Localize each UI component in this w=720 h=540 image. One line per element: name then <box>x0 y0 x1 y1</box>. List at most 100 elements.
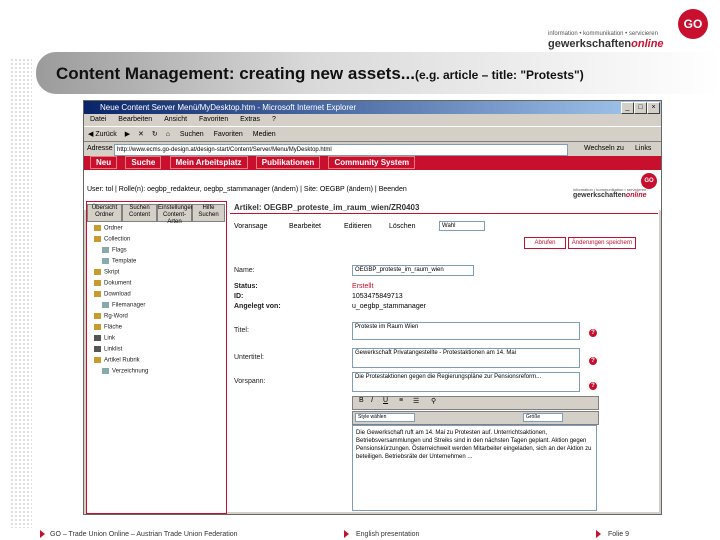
folder-icon <box>94 357 101 363</box>
folder-icon <box>94 313 101 319</box>
page-icon <box>102 247 109 253</box>
nav-new-button[interactable]: Neu <box>90 156 118 169</box>
folder-icon <box>94 269 101 275</box>
menu-datei[interactable]: Datei <box>90 116 106 123</box>
action-select[interactable]: Wahl <box>439 221 485 231</box>
page-icon <box>102 368 109 374</box>
tree-item-flaeche[interactable]: Fläche <box>94 324 122 331</box>
tree-item-artikel-rubrik[interactable]: Artikel Rubrik <box>94 357 140 364</box>
tree-item-link[interactable]: Link <box>94 335 115 342</box>
list-icon[interactable]: ☰ <box>413 397 419 405</box>
brand-tagline: information • kommunikation • serviciere… <box>548 31 658 37</box>
article-header: Artikel: OEGBP_proteste_im_raum_wien/ZR0… <box>234 203 420 212</box>
nav-workspace-button[interactable]: Mein Arbeitsplatz <box>169 156 248 169</box>
link-icon <box>94 346 101 352</box>
tree-item-ordner[interactable]: Ordner <box>94 225 123 232</box>
address-input[interactable]: http://www.ecms.go-design.at/design-star… <box>114 144 568 156</box>
cms-nav-bar: Neu Suche Mein Arbeitsplatz Publikatione… <box>84 156 661 170</box>
lead-input[interactable]: Die Protestaktionen gegen die Regierungs… <box>352 372 580 392</box>
tree-item-skript[interactable]: Skript <box>94 269 119 276</box>
tree-item-download[interactable]: Download <box>94 291 131 298</box>
tree-item-label: Fläche <box>104 324 123 331</box>
close-window-button[interactable]: × <box>647 102 660 114</box>
link-icon <box>94 335 101 341</box>
stop-icon[interactable]: ✕ <box>138 131 144 138</box>
go-button[interactable]: Wechseln zu <box>584 142 624 156</box>
brand-name: gewerkschaftenonline <box>548 38 664 50</box>
search-button[interactable]: Suchen <box>180 131 204 138</box>
tab-help[interactable]: Hilfe Suchen <box>192 204 225 222</box>
action-preview[interactable]: Voransage <box>234 223 267 230</box>
home-icon[interactable]: ⌂ <box>166 131 170 138</box>
footer-page-number: Folie 9 <box>608 531 630 538</box>
page-icon <box>102 302 109 308</box>
menu-favoriten[interactable]: Favoriten <box>199 116 228 123</box>
browser-title-bar: Neue Content Server Menü/MyDesktop.htm -… <box>84 101 661 114</box>
brand-name-accent: online <box>631 38 664 50</box>
tree-item-label: Rg-Word <box>104 313 128 320</box>
tree-item-label: Flags <box>112 247 127 254</box>
folder-icon <box>94 291 101 297</box>
maximize-button[interactable]: □ <box>634 102 647 114</box>
action-edit[interactable]: Editieren <box>344 223 372 230</box>
media-button[interactable]: Medien <box>253 131 276 138</box>
tree-item-collection[interactable]: Collection <box>94 236 130 243</box>
menu-help[interactable]: ? <box>272 116 276 123</box>
tree-item-verzeichnung[interactable]: Verzeichnung <box>102 368 148 375</box>
refresh-icon[interactable]: ↻ <box>152 131 158 138</box>
size-select[interactable]: Größe <box>523 413 563 422</box>
page-subtitle: (e.g. article – title: "Protests") <box>414 68 584 82</box>
tree-item-dokument[interactable]: Dokument <box>94 280 131 287</box>
title-input[interactable]: Proteste im Raum Wien <box>352 322 580 340</box>
back-icon[interactable]: ◀ <box>88 131 93 138</box>
nav-publications-button[interactable]: Publikationen <box>255 156 321 169</box>
underline-icon[interactable]: U <box>383 397 388 404</box>
menu-ansicht[interactable]: Ansicht <box>164 116 187 123</box>
tree-item-linklist[interactable]: Linklist <box>94 346 122 353</box>
folder-icon <box>94 225 101 231</box>
tree-item-template[interactable]: Template <box>102 258 136 265</box>
page-icon <box>102 258 109 264</box>
page-title-main: Content Management: creating new assets.… <box>56 64 415 83</box>
menu-extras[interactable]: Extras <box>240 116 260 123</box>
name-input[interactable]: OEGBP_proteste_im_raum_wien <box>352 265 474 276</box>
editor-toolbar: B I U ≡ ☰ ⚲ <box>352 396 599 410</box>
tree-item-filemanager[interactable]: Filemanager <box>102 302 145 309</box>
action-edited[interactable]: Bearbeitet <box>289 223 321 230</box>
menu-bearbeiten[interactable]: Bearbeiten <box>118 116 152 123</box>
forward-icon[interactable]: ▶ <box>125 131 130 138</box>
save-changes-button[interactable]: Änderungen speichern <box>568 237 636 249</box>
name-label: Name: <box>234 267 255 274</box>
action-delete[interactable]: Löschen <box>389 223 415 230</box>
browser-toolbar: ◀ Zurück ▶ ✕ ↻ ⌂ Suchen Favoriten Medien <box>84 126 661 142</box>
tab-settings[interactable]: Einstellungen Content-Arten <box>157 204 194 225</box>
footer-arrow-icon <box>344 530 349 538</box>
style-select[interactable]: Style wählen <box>355 413 415 422</box>
tab-overview[interactable]: Übersicht Ordner <box>87 204 122 222</box>
tree-item-rgword[interactable]: Rg-Word <box>94 313 128 320</box>
fetch-button[interactable]: Abrufen <box>524 237 566 249</box>
body-editor[interactable]: Die Gewerkschaft ruft am 14. Mai zu Prot… <box>352 425 597 511</box>
nav-search-button[interactable]: Suche <box>125 156 162 169</box>
align-left-icon[interactable]: ≡ <box>399 397 403 404</box>
created-by-label: Angelegt von: <box>234 303 281 310</box>
subtitle-input[interactable]: Gewerkschaft Privatangestellte - Protest… <box>352 348 580 368</box>
minimize-button[interactable]: _ <box>621 102 634 114</box>
bold-icon[interactable]: B <box>359 397 364 404</box>
tree-item-label: Template <box>112 258 137 265</box>
id-label: ID: <box>234 293 244 300</box>
status-value: Erstellt <box>352 283 374 290</box>
lead-label: Vorspann: <box>234 378 266 385</box>
footer-arrow-icon <box>596 530 601 538</box>
footer-left-text: GO – Trade Union Online – Austrian Trade… <box>50 531 238 538</box>
back-button-label[interactable]: Zurück <box>95 131 116 138</box>
required-icon: ? <box>589 329 597 337</box>
tab-search[interactable]: Suchen Content <box>122 204 157 222</box>
link-icon[interactable]: ⚲ <box>431 397 436 405</box>
tree-item-label: Verzeichnung <box>112 368 149 375</box>
links-button[interactable]: Links <box>635 142 651 156</box>
italic-icon[interactable]: I <box>371 397 373 404</box>
nav-community-button[interactable]: Community System <box>328 156 416 169</box>
favorites-button[interactable]: Favoriten <box>214 131 243 138</box>
tree-item-flags[interactable]: Flags <box>102 247 127 254</box>
